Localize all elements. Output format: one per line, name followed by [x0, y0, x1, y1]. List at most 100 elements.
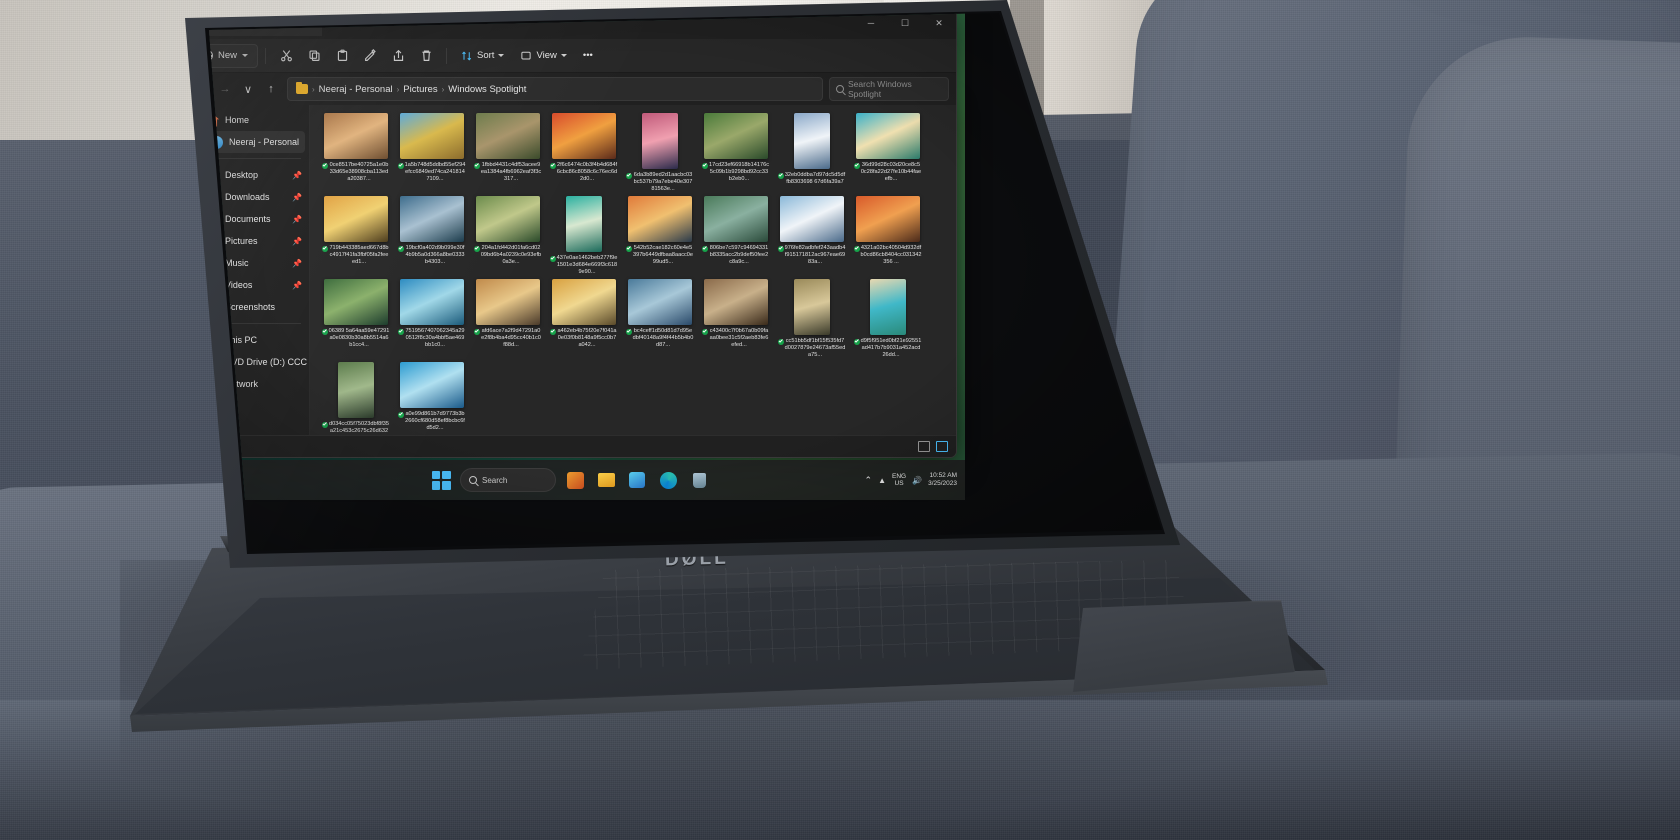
file-item[interactable]: 36d99d28c03d20ce8c50c28fa22d27fe10b44fae… [852, 113, 923, 193]
file-name: 19bcf0a402d9b099e30f4b9b5a0d366a8be0333b… [397, 245, 466, 266]
file-item[interactable]: 976fe82adbfef243aadb4f915171812ac967eae6… [776, 196, 847, 276]
onedrive-synced-icon [397, 328, 404, 335]
file-thumbnail [323, 279, 388, 325]
breadcrumb-separator: › [441, 84, 445, 94]
file-item[interactable]: bc4ceff1d50d81d7d95edbf40148a9f4f44b5b4b… [624, 279, 695, 359]
file-item[interactable]: 1fbbd4431c4df53acee9ea1384a4fb6962eaf3f3… [472, 113, 543, 193]
up-button[interactable]: ↑ [260, 78, 282, 100]
file-grid: 0ce8517be40725a1e0b33d65e38908cba113eda2… [320, 113, 952, 435]
file-name: a0e99d861b7d9773b3b2660cf680d58ef8bcbc6f… [397, 411, 466, 432]
file-name: 6da3b89ed2d1aacbc03bc537b79a7ebe40e30781… [625, 172, 694, 193]
file-name: afd6ace7a2f9d47291a0e2f8b4ba4d95cc40b1c0… [473, 328, 542, 349]
file-item[interactable]: 806be7c597c94694331b8335acc2b9def50fee2c… [700, 196, 771, 276]
view-button[interactable]: View [513, 44, 573, 68]
onedrive-synced-icon [777, 245, 784, 252]
file-name: 4321a02bc40504d932dfb0cd86cb8404cc031342… [853, 245, 922, 266]
file-thumbnail [703, 113, 768, 159]
rename-icon[interactable] [357, 44, 383, 68]
volume-icon[interactable]: 🔊 [912, 476, 922, 485]
file-name: 7519567407062345a290512f8c30a4bbf5ae469b… [397, 328, 466, 349]
breadcrumb-item-2[interactable]: Windows Spotlight [448, 84, 526, 95]
pin-icon[interactable]: 📌 [292, 193, 302, 202]
share-icon[interactable] [385, 44, 411, 68]
file-item[interactable]: a0e99d861b7d9773b3b2660cf680d58ef8bcbc6f… [396, 362, 467, 435]
delete-icon[interactable] [413, 44, 439, 68]
file-item[interactable]: 1a5b748d5ddbd55ef294efcc6849ed74ca241814… [396, 113, 467, 193]
pin-icon[interactable]: 📌 [292, 259, 302, 268]
search-input[interactable]: Search Windows Spotlight [829, 77, 949, 101]
file-item[interactable]: 7519567407062345a290512f8c30a4bbf5ae469b… [396, 279, 467, 359]
file-name: 06389 5a64aa59e47291a0e0830b30a8b5514a6b… [321, 328, 390, 349]
pin-icon[interactable]: 📌 [292, 281, 302, 290]
file-item[interactable]: d034cc05f75023dbf8f35a21c453c2675c26d632… [320, 362, 391, 435]
network-icon[interactable]: ▲ [878, 476, 886, 485]
divider [446, 47, 448, 64]
recent-locations-button[interactable]: ∨ [237, 78, 259, 100]
file-item[interactable]: 17cd23ef66918b14176c5c09b1b9298bd92cc33b… [700, 113, 771, 193]
file-thumbnail [627, 196, 692, 242]
widgets-icon[interactable] [563, 468, 587, 492]
taskbar-search-input[interactable]: Search [460, 468, 556, 492]
onedrive-synced-icon [777, 172, 784, 179]
more-options-button[interactable]: ••• [576, 44, 600, 68]
file-explorer-icon[interactable] [594, 468, 618, 492]
pin-icon[interactable]: 📌 [292, 171, 302, 180]
tray-expand-icon[interactable]: ⌃ [865, 475, 873, 486]
file-name: 719b443385aed667d8bc4917f41fa3fbf05fa2fe… [321, 245, 390, 266]
file-item[interactable]: 719b443385aed667d8bc4917f41fa3fbf05fa2fe… [320, 196, 391, 276]
divider [265, 47, 267, 64]
taskbar-clock[interactable]: 10:52 AM 3/25/2023 [928, 472, 957, 489]
pin-icon[interactable]: 📌 [292, 237, 302, 246]
file-item[interactable]: 6da3b89ed2d1aacbc03bc537b79a7ebe40e30781… [624, 113, 695, 193]
file-name: 204a1fd442d01fa6cd0209bd6b4a0239c0e93efb… [473, 245, 542, 266]
sidebar-item-label: Neeraj - Personal [229, 137, 300, 147]
file-name: 976fe82adbfef243aadb4f915171812ac967eae6… [777, 245, 846, 266]
breadcrumb[interactable]: › Neeraj - Personal › Pictures › Windows… [287, 77, 823, 101]
breadcrumb-item-0[interactable]: Neeraj - Personal [319, 84, 393, 95]
start-icon[interactable] [429, 468, 453, 492]
file-name: d034cc05f75023dbf8f35a21c453c2675c26d632… [321, 421, 390, 435]
file-item[interactable]: 437e0ae1462beb277f9e1501e3d684e669f3c618… [548, 196, 619, 276]
details-view-icon[interactable] [918, 441, 930, 452]
edge-icon[interactable] [656, 468, 680, 492]
file-thumbnail [551, 113, 616, 159]
onedrive-synced-icon [321, 162, 328, 169]
file-name: 806be7c597c94694331b8335acc2b9def50fee2c… [701, 245, 770, 266]
breadcrumb-item-1[interactable]: Pictures [403, 84, 437, 95]
file-list-pane[interactable]: 0ce8517be40725a1e0b33d65e38908cba113eda2… [310, 105, 956, 435]
file-explorer-window[interactable]: Windows Spotlight ✕ + ─ ☐ ✕ [209, 13, 957, 458]
file-name: cc51bb5df1bf15f535fd7d0027879e24673af55e… [777, 338, 846, 359]
file-thumbnail [399, 196, 464, 242]
recycle-bin-icon[interactable] [687, 468, 711, 492]
file-item[interactable]: 0ce8517be40725a1e0b33d65e38908cba113eda2… [320, 113, 391, 193]
file-item[interactable]: a462eb4b75f20e7f041a0e03f0b8148a9f5cc0b7… [548, 279, 619, 359]
forward-button[interactable]: → [214, 78, 236, 100]
paste-icon[interactable] [329, 44, 355, 68]
copy-icon[interactable] [301, 44, 327, 68]
file-item[interactable]: cc51bb5df1bf15f535fd7d0027879e24673af55e… [776, 279, 847, 359]
file-item[interactable]: 32eb0ddba7d97dc5d5dffb8303698 67d6fa39a7 [776, 113, 847, 193]
sort-button[interactable]: Sort [454, 44, 511, 68]
file-thumbnail [399, 113, 464, 159]
file-item[interactable]: 2f6c6474c0b3f4b4d684f6cbc86c8058c6c76ec6… [548, 113, 619, 193]
large-icons-view-icon[interactable] [936, 441, 948, 452]
file-item[interactable]: d9f5f951ed0bf21e92551ad417b7b9031a452acd… [852, 279, 923, 359]
store-icon[interactable] [625, 468, 649, 492]
language-indicator[interactable]: ENG US [892, 473, 906, 487]
file-name: a462eb4b75f20e7f041a0e03f0b8148a9f5cc0b7… [549, 328, 618, 349]
pin-icon[interactable]: 📌 [292, 215, 302, 224]
file-item[interactable]: 4321a02bc40504d932dfb0cd86cb8404cc031342… [852, 196, 923, 276]
file-item[interactable]: 19bcf0a402d9b099e30f4b9b5a0d366a8be0333b… [396, 196, 467, 276]
taskbar-apps: Search [429, 468, 711, 492]
file-item[interactable]: 542b52cae182c60e4e5397b6449dfbaa8aacc0e9… [624, 196, 695, 276]
file-item[interactable]: c43400c7f0b67a0b09faaa0bee31c5f2aeb83fe6… [700, 279, 771, 359]
file-thumbnail [869, 279, 906, 335]
file-item[interactable]: 204a1fd442d01fa6cd0209bd6b4a0239c0e93efb… [472, 196, 543, 276]
file-thumbnail [475, 113, 540, 159]
file-item[interactable]: 06389 5a64aa59e47291a0e0830b30a8b5514a6b… [320, 279, 391, 359]
file-thumbnail [399, 362, 464, 408]
cut-icon[interactable] [273, 44, 299, 68]
file-item[interactable]: afd6ace7a2f9d47291a0e2f8b4ba4d95cc40b1c0… [472, 279, 543, 359]
file-thumbnail [703, 196, 768, 242]
onedrive-synced-icon [473, 162, 480, 169]
